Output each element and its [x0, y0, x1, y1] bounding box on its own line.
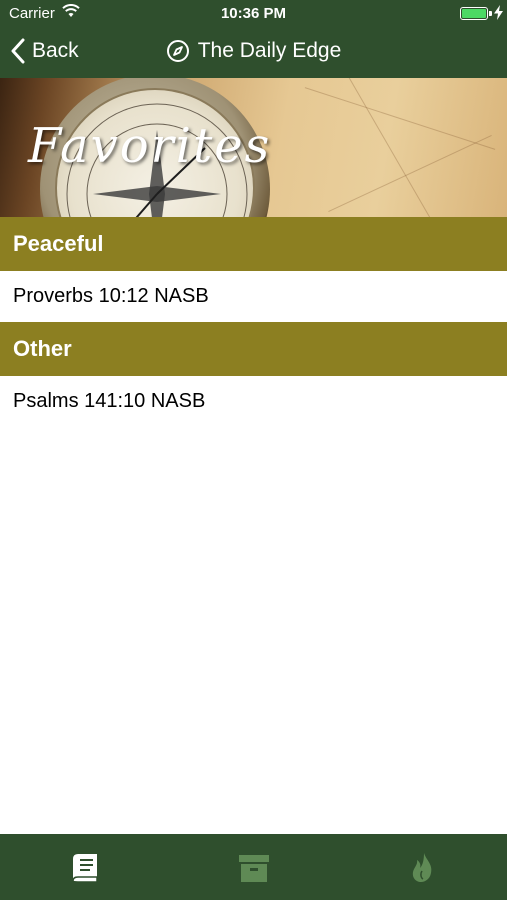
archive-box-icon: [239, 855, 269, 882]
tab-flame[interactable]: [405, 851, 439, 885]
tab-archive[interactable]: [237, 851, 271, 885]
compass-icon: [166, 40, 189, 62]
map-line: [304, 87, 496, 150]
list-item[interactable]: Psalms 141:10 NASB: [0, 376, 507, 427]
status-time: 10:36 PM: [220, 5, 287, 22]
nav-title-text: The Daily Edge: [197, 39, 342, 62]
favorites-banner: Favorites: [0, 78, 507, 217]
section-header-peaceful: Peaceful: [0, 217, 507, 271]
flame-icon: [412, 853, 432, 882]
map-line: [328, 135, 492, 212]
battery-icon: [460, 7, 488, 20]
battery-tip: [489, 11, 492, 16]
nav-title: The Daily Edge: [0, 39, 507, 63]
navigation-bar: Back The Daily Edge: [0, 28, 507, 78]
list-item[interactable]: Proverbs 10:12 NASB: [0, 271, 507, 322]
tab-bar: [0, 834, 507, 900]
charging-icon: [494, 5, 503, 20]
book-icon: [72, 854, 98, 883]
tab-book[interactable]: [68, 851, 102, 885]
section-header-other: Other: [0, 322, 507, 376]
banner-heading: Favorites: [28, 118, 272, 174]
map-line: [334, 78, 446, 217]
status-bar: Carrier 10:36 PM: [0, 0, 507, 28]
